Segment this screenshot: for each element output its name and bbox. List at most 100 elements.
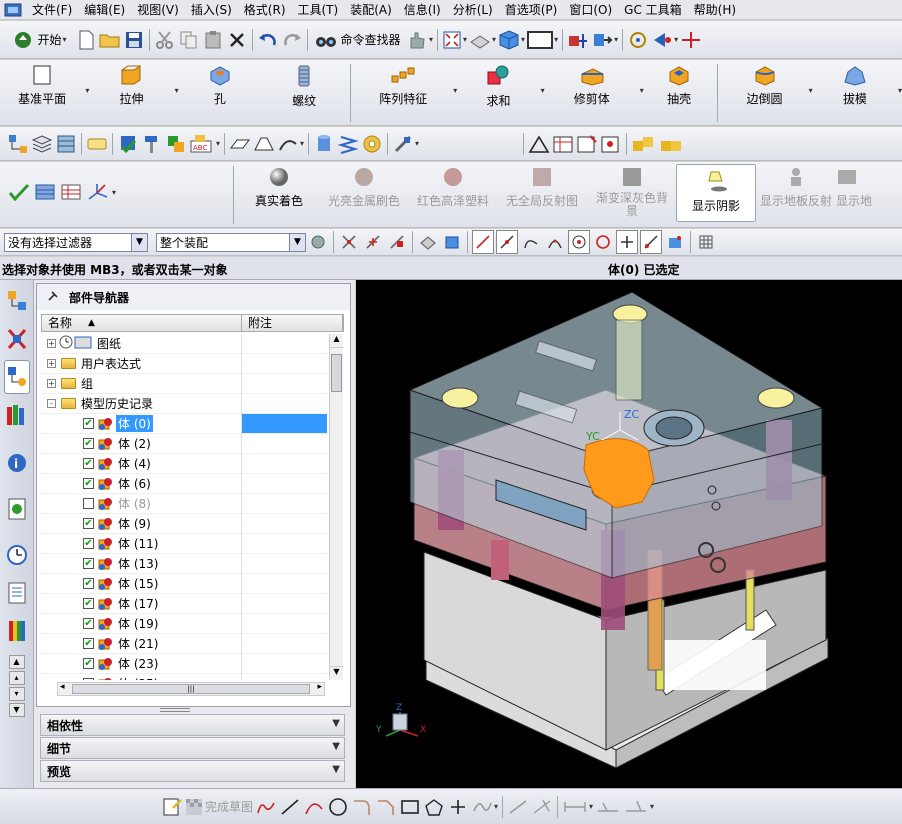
move-component-button[interactable]: ▾ <box>591 28 618 52</box>
collapse-minus-icon[interactable]: - <box>47 399 56 408</box>
snap-center-button[interactable] <box>568 230 590 254</box>
snap-existing-point-button[interactable] <box>640 230 662 254</box>
new-file-button[interactable] <box>75 28 97 52</box>
snap-intersection-button[interactable] <box>616 230 638 254</box>
menu-help[interactable]: 帮助(H) <box>688 0 742 20</box>
body-row[interactable]: ✔ 体 (2) <box>41 434 327 454</box>
expand-plus-icon[interactable]: + <box>47 359 56 368</box>
menu-view[interactable]: 视图(V) <box>131 0 185 20</box>
unite-button[interactable]: 求和 <box>457 60 539 120</box>
visibility-checkbox[interactable]: ✔ <box>83 598 94 609</box>
body-row[interactable]: ✔ 体 (11) <box>41 534 327 554</box>
scroll-up-small-icon[interactable]: ▴ <box>8 671 25 685</box>
scroll-down-arrow[interactable]: ▼ <box>330 666 343 680</box>
rectangle-button[interactable] <box>399 795 421 819</box>
panel-splitter[interactable] <box>160 708 190 712</box>
hole-button[interactable]: 孔 <box>179 60 261 120</box>
menu-preferences[interactable]: 首选项(P) <box>499 0 564 20</box>
app-system-icon[interactable] <box>4 2 22 18</box>
body-row[interactable]: ✔ 体 (15) <box>41 574 327 594</box>
replace-component-button[interactable] <box>165 132 187 156</box>
rendering-style-button[interactable]: ▾ <box>469 28 496 52</box>
open-file-button[interactable] <box>99 28 121 52</box>
undo-button[interactable] <box>257 28 279 52</box>
axis-button[interactable] <box>680 28 702 52</box>
resource-bar-scroll[interactable]: ▲ ▴ ▾ ▼ <box>8 654 26 718</box>
reuse-library-tab[interactable] <box>4 398 30 432</box>
auto-constraint-button[interactable]: ▾ <box>623 795 654 819</box>
paste-button[interactable] <box>202 28 224 52</box>
expand-plus-icon[interactable]: + <box>47 339 56 348</box>
body-row[interactable]: ✔ 体 (23) <box>41 654 327 674</box>
scroll-right-arrow[interactable]: ▸ <box>317 682 322 692</box>
body-row[interactable]: ✔ 体 (6) <box>41 474 327 494</box>
component-list-button[interactable] <box>33 180 57 204</box>
visibility-checkbox[interactable]: ✔ <box>83 478 94 489</box>
extrude-button[interactable]: 拉伸 <box>89 60 173 120</box>
menu-insert[interactable]: 插入(S) <box>185 0 238 20</box>
menu-file[interactable]: 文件(F) <box>26 0 78 20</box>
fit-view-button[interactable]: ▾ <box>442 28 467 52</box>
column-name[interactable]: 名称 ▲ <box>42 315 242 331</box>
visibility-checkbox[interactable]: ✔ <box>83 418 94 429</box>
clock-tab[interactable] <box>4 538 30 572</box>
visibility-checkbox[interactable]: ✔ <box>83 538 94 549</box>
menu-format[interactable]: 格式(R) <box>238 0 292 20</box>
scroll-down-small-icon[interactable]: ▾ <box>8 687 25 701</box>
edge-blend-button[interactable]: 边倒圆 <box>721 60 807 120</box>
preview-section[interactable]: 预览 ▼ <box>40 760 345 782</box>
visibility-checkbox[interactable]: ✔ <box>83 578 94 589</box>
snap-point-on-face-button[interactable] <box>664 230 686 254</box>
assembly-navigator-tab[interactable] <box>4 284 30 318</box>
selection-mode-button[interactable]: ▾ <box>651 28 678 52</box>
body-row[interactable]: ✔ 体 (4) <box>41 454 327 474</box>
body-row[interactable]: ✔ 体 (25) <box>41 674 327 680</box>
roles-tab[interactable] <box>4 576 30 610</box>
visibility-checkbox[interactable]: ✔ <box>83 438 94 449</box>
circle-button[interactable] <box>327 795 349 819</box>
dimension-button[interactable]: ▾ <box>562 795 593 819</box>
visibility-checkbox[interactable]: ✔ <box>83 618 94 629</box>
body-row[interactable]: ✔ 体 (13) <box>41 554 327 574</box>
group-row[interactable]: + 组 <box>41 374 327 394</box>
reference-set-button[interactable] <box>55 132 77 156</box>
menu-assembly[interactable]: 装配(A) <box>344 0 398 20</box>
start-button[interactable]: 开始 ▾ <box>7 28 73 52</box>
trim-body-button[interactable]: 修剪体 <box>545 60 639 120</box>
background-button[interactable]: ▾ <box>527 28 558 52</box>
horizontal-scrollbar[interactable]: ◂ ||| ▸ <box>57 682 325 696</box>
dependencies-section[interactable]: 相依性 ▼ <box>40 714 345 736</box>
copy-button[interactable] <box>178 28 200 52</box>
assembly-navigator-button[interactable] <box>7 132 29 156</box>
line-button[interactable] <box>279 795 301 819</box>
history-tab[interactable] <box>4 492 30 526</box>
scroll-up-arrow[interactable]: ▲ <box>330 334 343 348</box>
wcs-button[interactable] <box>567 28 589 52</box>
menu-info[interactable]: 信息(I) <box>398 0 447 20</box>
menu-tools[interactable]: 工具(T) <box>292 0 345 20</box>
graphics-viewport[interactable]: ZC YC Z Y X <box>356 280 902 788</box>
snap-endpoint-button[interactable] <box>338 230 360 254</box>
constraint-button[interactable] <box>595 795 621 819</box>
body-row[interactable]: 体 (8) <box>41 494 327 514</box>
studio-spline-button[interactable]: ▾ <box>471 795 498 819</box>
finish-sketch-button[interactable]: 完成草图 <box>185 795 253 819</box>
palette-tab[interactable] <box>4 614 30 648</box>
fillet-button[interactable] <box>351 795 373 819</box>
menu-gc-toolbox[interactable]: GC 工具箱 <box>618 0 688 20</box>
web-browser-tab[interactable]: i <box>4 446 30 480</box>
clearance-button[interactable]: ▾ <box>85 180 116 204</box>
bearing-button[interactable] <box>361 132 383 156</box>
assembly-filter-button[interactable] <box>307 230 329 254</box>
visibility-checkbox[interactable]: ✔ <box>83 658 94 669</box>
bom-button[interactable] <box>59 180 83 204</box>
polygon-button[interactable] <box>423 795 445 819</box>
visibility-checkbox[interactable]: ✔ <box>83 458 94 469</box>
menu-analysis[interactable]: 分析(L) <box>447 0 499 20</box>
point-button[interactable] <box>447 795 469 819</box>
check-geometry-button[interactable] <box>117 132 139 156</box>
body-row[interactable]: ✔ 体 (17) <box>41 594 327 614</box>
profile-button[interactable] <box>255 795 277 819</box>
group-row[interactable]: + 用户表达式 <box>41 354 327 374</box>
tools-button[interactable]: ▾ <box>392 132 419 156</box>
